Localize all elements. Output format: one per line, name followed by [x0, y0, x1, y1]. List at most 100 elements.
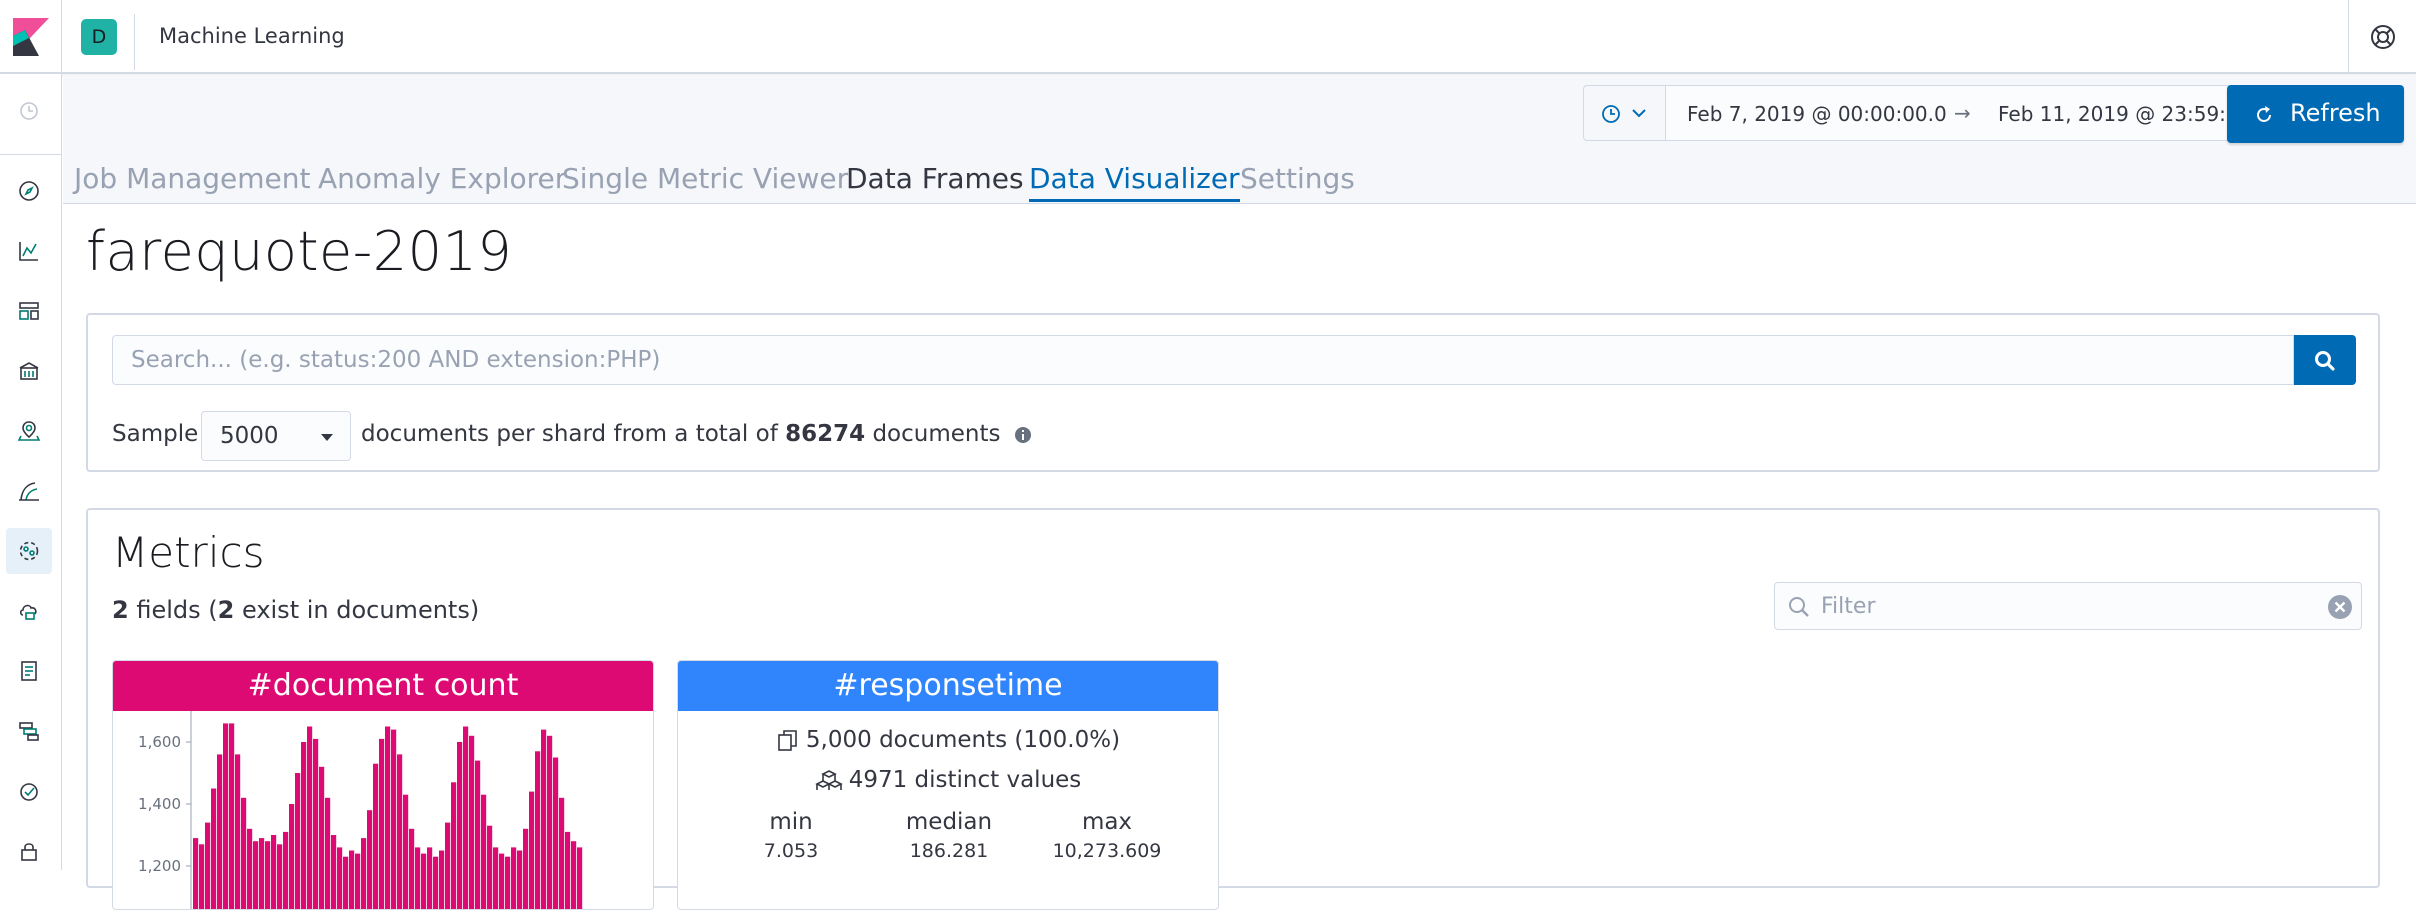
chart-bar[interactable] — [349, 851, 354, 910]
chart-bar[interactable] — [463, 727, 468, 910]
chart-bar[interactable] — [307, 727, 312, 910]
sidebar-item-discover[interactable] — [6, 168, 52, 214]
tab-anomaly-explorer[interactable]: Anomaly Explorer — [318, 162, 566, 202]
chart-bar[interactable] — [541, 730, 546, 910]
app-title[interactable]: Machine Learning — [159, 24, 345, 48]
sample-size-select[interactable]: 5000 — [201, 411, 351, 461]
tab-single-metric-viewer[interactable]: Single Metric Viewer — [562, 162, 848, 202]
chart-bar[interactable] — [547, 736, 552, 910]
chart-bar[interactable] — [409, 829, 414, 910]
chart-bar[interactable] — [457, 742, 462, 910]
chart-bar[interactable] — [529, 792, 534, 910]
chart-bar[interactable] — [397, 754, 402, 910]
field-filter[interactable] — [1774, 582, 2362, 630]
clear-icon[interactable] — [2327, 594, 2353, 620]
tab-settings[interactable]: Settings — [1240, 162, 1355, 202]
chart-bar[interactable] — [337, 847, 342, 910]
chart-bar[interactable] — [283, 832, 288, 910]
chart-bar[interactable] — [391, 730, 396, 910]
tab-data-visualizer[interactable]: Data Visualizer — [1029, 162, 1240, 202]
start-date[interactable]: Feb 7, 2019 @ 00:00:00.0 — [1687, 102, 1947, 126]
chart-bar[interactable] — [493, 847, 498, 910]
chart-bar[interactable] — [199, 844, 204, 910]
arrow-right-icon: → — [1954, 101, 1971, 125]
chart-bar[interactable] — [439, 851, 444, 910]
chart-bar[interactable] — [487, 826, 492, 910]
chart-bar[interactable] — [205, 823, 210, 910]
tab-job-management[interactable]: Job Management — [74, 162, 311, 202]
chart-bar[interactable] — [247, 829, 252, 910]
chart-bar[interactable] — [319, 767, 324, 910]
sidebar-item-uptime[interactable] — [6, 768, 52, 814]
chart-bar[interactable] — [559, 798, 564, 910]
filter-input[interactable] — [1821, 591, 2301, 621]
chart-bar[interactable] — [361, 838, 366, 910]
chart-bar[interactable] — [451, 782, 456, 910]
chart-bar[interactable] — [535, 751, 540, 910]
chart-bar[interactable] — [511, 847, 516, 910]
sidebar-item-dashboard[interactable] — [6, 288, 52, 334]
tab-data-frames[interactable]: Data Frames — [846, 162, 1024, 202]
chart-bar[interactable] — [259, 838, 264, 910]
chart-bar[interactable] — [211, 789, 216, 910]
sidebar-item-maps[interactable] — [6, 408, 52, 454]
chart-bar[interactable] — [385, 727, 390, 910]
sidebar-item-logs[interactable] — [6, 648, 52, 694]
quick-select-button[interactable] — [1583, 85, 1665, 141]
search-button[interactable] — [2294, 335, 2356, 385]
chart-bar[interactable] — [277, 844, 282, 910]
sidebar-item-visualize[interactable] — [6, 228, 52, 274]
chart-bar[interactable] — [217, 754, 222, 910]
chart-bar[interactable] — [427, 847, 432, 910]
chart-bar[interactable] — [331, 835, 336, 910]
chart-bar[interactable] — [505, 857, 510, 910]
chart-bar[interactable] — [313, 739, 318, 910]
help-menu-button[interactable] — [2348, 0, 2416, 74]
chart-bar[interactable] — [577, 847, 582, 910]
date-range-picker[interactable]: Feb 7, 2019 @ 00:00:00.0 → Feb 11, 2019 … — [1665, 85, 2278, 141]
kibana-logo[interactable] — [0, 0, 62, 74]
chart-bar[interactable] — [295, 773, 300, 910]
chart-bar[interactable] — [379, 739, 384, 910]
sidebar-item-security[interactable] — [6, 828, 52, 874]
chart-bar[interactable] — [343, 857, 348, 910]
chart-bar[interactable] — [271, 835, 276, 910]
chart-bar[interactable] — [301, 742, 306, 910]
sidebar-item-infrastructure[interactable] — [6, 588, 52, 634]
info-icon[interactable] — [1014, 426, 1032, 444]
chart-bar[interactable] — [499, 854, 504, 910]
chart-bar[interactable] — [571, 841, 576, 910]
chart-bar[interactable] — [469, 736, 474, 910]
chart-bar[interactable] — [289, 804, 294, 910]
chart-bar[interactable] — [229, 723, 234, 910]
chart-bar[interactable] — [193, 838, 198, 910]
sidebar-item-machine-learning[interactable] — [6, 528, 52, 574]
chart-bar[interactable] — [517, 851, 522, 910]
chart-bar[interactable] — [373, 764, 378, 910]
chart-bar[interactable] — [253, 841, 258, 910]
chart-bar[interactable] — [403, 795, 408, 910]
sidebar-item-apm[interactable] — [6, 708, 52, 754]
chart-bar[interactable] — [367, 810, 372, 910]
sidebar-item-timelion[interactable] — [6, 468, 52, 514]
chart-bar[interactable] — [223, 723, 228, 910]
chart-bar[interactable] — [475, 761, 480, 910]
chart-bar[interactable] — [421, 854, 426, 910]
refresh-button[interactable]: Refresh — [2227, 85, 2404, 143]
chart-bar[interactable] — [235, 754, 240, 910]
chart-bar[interactable] — [433, 857, 438, 910]
chart-bar[interactable] — [445, 823, 450, 910]
chart-bar[interactable] — [415, 847, 420, 910]
space-avatar[interactable]: D — [81, 19, 117, 55]
chart-bar[interactable] — [553, 758, 558, 910]
sidebar-item-recently-viewed[interactable] — [6, 88, 52, 134]
chart-bar[interactable] — [265, 841, 270, 910]
search-input[interactable] — [112, 335, 2294, 385]
chart-bar[interactable] — [481, 795, 486, 910]
chart-bar[interactable] — [565, 832, 570, 910]
chart-bar[interactable] — [241, 798, 246, 910]
sidebar-item-canvas[interactable] — [6, 348, 52, 394]
chart-bar[interactable] — [325, 798, 330, 910]
chart-bar[interactable] — [523, 829, 528, 910]
chart-bar[interactable] — [355, 854, 360, 910]
